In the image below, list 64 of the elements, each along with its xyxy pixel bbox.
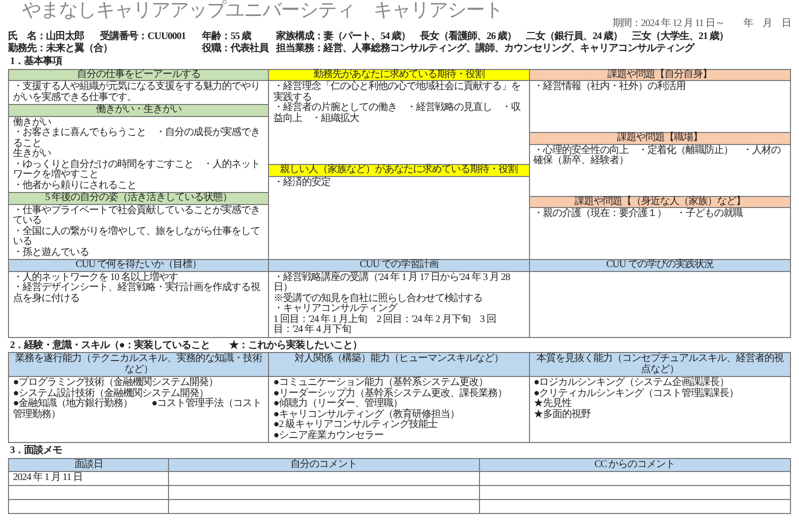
profile-field: 氏 名：山田太郎 xyxy=(8,32,100,43)
cell-heading: 課題や問題【自分自身】 xyxy=(530,70,790,82)
cell-text: ・経営デザインシート、経営戦略・実行計画を作成する視点を身に付ける xyxy=(13,283,262,304)
skill-item: ●ロジカルシンキング（システム企画課課長） xyxy=(534,378,730,388)
profile-field: 年齢：55 歳 xyxy=(202,32,276,43)
cell-heading: 自分の仕事をピーアールする xyxy=(9,70,268,82)
cell-text: ・経済的安定 xyxy=(273,178,332,188)
cell-text: 生きがい xyxy=(13,149,52,160)
skill-item: ●コミュニケーション能力（基幹系システム更改） xyxy=(273,378,488,388)
profile-field: 役職：代表社員 xyxy=(202,44,276,54)
cell-text: ・経営情報（社内・社外）の利活用 xyxy=(534,82,687,93)
column-header: 対人関係（構築）能力（ヒューマンスキルなど） xyxy=(269,353,530,378)
column-header: 本質を見抜く能力（コンセプチュアルスキル、経営者的視点など） xyxy=(530,353,790,378)
document-title: やまなしキャリアアップユニバーシティ キャリアシート xyxy=(21,1,504,22)
cell-text: 働きがい xyxy=(13,118,52,128)
cell-text: ・人的ネットワークを 10 名以上増やす xyxy=(13,272,178,283)
skill-item: ●金融知識（地方銀行勤務） ●コスト管理手法（コスト管理勤務） xyxy=(13,399,263,420)
cell-heading: CUU での学習計画 xyxy=(269,260,529,272)
skill-item: ●リーダーシップ力（基幹系システム更改、課長業務） xyxy=(273,388,508,399)
cell-text: ・他者から頼りにされること xyxy=(13,180,138,192)
skill-item: ●傾聴力（リーダー、管理職） xyxy=(273,399,402,410)
cell-heading: CUU での学びの実践状況 xyxy=(530,260,790,272)
column-header: CC からのコメント xyxy=(480,458,790,472)
period-text: 期間：2024 年 12 月 11 日～ 年 月 日 xyxy=(611,18,791,30)
cell-heading: 5 年後の自分の姿（活き活きしている状態） xyxy=(9,193,268,205)
column-header: 業務を遂行能力（テクニカルスキル、実務的な知識・技術など） xyxy=(9,353,270,378)
skill-item: ★先見性 xyxy=(534,399,572,410)
column-header: 自分のコメント xyxy=(169,458,480,472)
skill-item: ●クリティカルシンキング（コスト管理課課長） xyxy=(534,388,740,399)
cell-heading: 勤務先があなたに求めている期待・役割 xyxy=(269,70,529,82)
cell-heading: CUU で何を得たいか（目標） xyxy=(9,260,268,272)
cell-text: ※受講での知見を自社に照らし合わせて検討する xyxy=(273,294,484,304)
column-header: 面談日 xyxy=(9,458,169,472)
cell-heading: 課題や問題【（身近な人（家族）など】 xyxy=(530,196,790,208)
cell-heading: 働きがい・生きがい xyxy=(9,105,268,117)
cell-heading: 課題や問題【職場】 xyxy=(530,133,790,145)
section-heading: 1．基本事項 xyxy=(10,57,64,68)
cell-text: ・お客さまに喜んでもらうこと ・自分の成長が実感できること xyxy=(13,128,261,149)
cell-text: ・ゆっくりと自分だけの時間をすごすこと ・人的ネットワークを増やすこと xyxy=(13,160,261,180)
cell-text: ・経営者の片腕としての働き ・経営戦略の見直し ・収益向上 ・組織拡大 xyxy=(273,103,522,124)
cell-heading: 親しい人（家族など）があなたに求めている期待・役割 xyxy=(269,165,529,177)
cell-text: ・心理的安全性の向上 ・定着化（離職防止） ・人材の確保（新卒、経験者） xyxy=(534,146,782,167)
section-heading: 2．経験・意識・スキル（●：実装していること ★：これから実装したいこと） xyxy=(10,340,364,352)
cell-text: ・孫と遊んでいる xyxy=(13,248,90,258)
cell-text: ・全国に人の繋がりを増やして、旅をしながら仕事をしている xyxy=(13,226,261,248)
cell-text: ・支援する人や組織が元気になる支援をする魅力的でやりがいを実感できる仕事です。 xyxy=(13,82,261,104)
skill-item: ●2 級キャリアコンサルティング技能士 xyxy=(273,420,438,430)
skill-item: ●システム設計技術（金融機関システム開発） xyxy=(13,388,209,399)
profile-field: 担当業務：経営、人事総務コンサルティング、講師、カウンセリング、キャリアコンサルティング xyxy=(276,44,791,54)
profile-field: 家族構成：妻（パート、54 歳） 長女（看護師、26 歳） 二女（銀行員、24 歳） 三女（大学生、21 歳） xyxy=(276,32,791,43)
table-cell: 2024 年 1 月 11 日 xyxy=(9,472,169,486)
cell-text: 1 回目：'24 年 1 月上旬 2 回目：'24 年 2 月下旬 3 回目：'24 年 4 月下旬 xyxy=(273,314,497,336)
skill-item: ●プログラミング技術（金融機関システム開発） xyxy=(13,378,220,388)
cell-text: ・仕事やプライベートで社会貢献していることが実感できている xyxy=(13,206,261,226)
skill-item: ★多面的視野 xyxy=(534,410,592,420)
skill-item: ●シニア産業カウンセラー xyxy=(273,430,384,442)
cell-text: ・親の介護（現在：要介護１） ・子どもの就職 xyxy=(534,209,744,220)
section-heading: 3．面談メモ xyxy=(10,446,63,457)
profile-field: 受講番号：CUU0001 xyxy=(100,32,202,43)
skill-item: ●キャリコンサルティング（教育研修担当） xyxy=(273,410,460,420)
cell-text: ・経営理念「仁の心と利他の心で地域社会に貢献する」を実践する xyxy=(273,82,522,103)
profile-field: 勤務先：未来と翼（合） xyxy=(8,44,202,54)
cell-text: ・経営戦略講座の受講（'24 年 1 月 17 日から'24 年 3 月 28 日） xyxy=(273,272,511,294)
cell-text: ・キャリアコンサルティング xyxy=(273,304,398,314)
